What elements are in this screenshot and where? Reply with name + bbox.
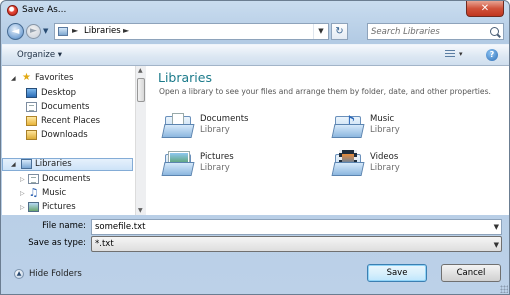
navigation-scrollbar[interactable]: ▲ ▼ [135,66,146,215]
star-icon: ★ [22,72,31,83]
documents-library-icon [161,112,195,140]
library-tile-music[interactable]: ♪ Music Library [331,112,493,144]
libraries-icon [21,159,32,169]
sidebar-item-label: Downloads [41,130,88,140]
sidebar-item-desktop[interactable]: Desktop [2,87,133,100]
save-as-type-label: Save as type: [28,238,86,248]
music-library-icon: ♪ [331,112,365,140]
resize-grip[interactable] [500,285,508,293]
library-type: Library [370,125,400,135]
sidebar-item-lib-pictures[interactable]: ▷ Pictures [2,201,133,214]
library-tile-pictures[interactable]: Pictures Library [161,150,323,182]
documents-icon [26,102,37,112]
sidebar-item-lib-music[interactable]: ▷ ♫ Music [2,187,133,200]
sidebar-item-label: Documents [42,174,91,184]
sidebar-item-libraries[interactable]: ◢ Libraries [2,158,133,171]
file-name-label: File name: [42,221,86,231]
address-dropdown[interactable]: ▼ [313,24,328,39]
sidebar-item-label: Pictures [42,202,76,212]
pictures-icon [28,202,39,212]
command-toolbar: Organize ▾ ▾ ? [2,44,509,66]
close-button[interactable]: ✕ [466,1,504,17]
file-name-input[interactable] [95,221,475,233]
library-type: Library [370,163,400,173]
file-name-combobox[interactable]: ▼ [91,219,502,235]
library-type: Library [200,163,230,173]
help-button[interactable]: ? [486,49,498,61]
sidebar-item-downloads[interactable]: Downloads [2,129,133,142]
sidebar-item-lib-documents[interactable]: ▷ Documents [2,173,133,186]
search-icon[interactable] [490,27,499,36]
libraries-view: Libraries Open a library to see your fil… [146,66,509,215]
app-icon [7,5,18,16]
scroll-up-arrow[interactable]: ▲ [138,67,143,74]
sidebar-item-label: Recent Places [41,116,101,126]
library-name: Pictures [200,152,234,162]
collapse-icon[interactable]: ◢ [11,161,16,168]
sidebar-item-favorites[interactable]: ◢ ★ Favorites [2,72,133,85]
sidebar-item-recent-places[interactable]: Recent Places [2,115,133,128]
save-as-type-dropdown-arrow[interactable]: ▼ [494,241,499,249]
documents-icon [28,174,39,184]
sidebar-item-label: Music [42,188,67,198]
save-as-type-value: *.txt [95,239,114,249]
music-icon: ♫ [28,186,39,199]
view-icon [445,50,455,59]
downloads-icon [26,130,37,140]
breadcrumb-separator[interactable]: ► [123,26,129,35]
view-dropdown-arrow[interactable]: ▾ [459,50,463,58]
pictures-library-icon [161,150,195,178]
back-button[interactable]: ◄ [7,23,24,40]
refresh-button[interactable]: ↻ [331,23,348,40]
organize-button[interactable]: Organize ▾ [17,50,62,60]
sidebar-item-label: Libraries [35,159,72,169]
hide-folders-label: Hide Folders [29,269,82,279]
cancel-button[interactable]: Cancel [441,264,501,282]
desktop-icon [26,88,37,98]
recent-places-icon [26,116,37,126]
expand-icon[interactable]: ▷ [20,204,25,211]
sidebar-item-label: Favorites [35,73,74,83]
save-form: File name: ▼ Save as type: *.txt ▼ ▲ Hid… [2,215,509,294]
sidebar-item-documents[interactable]: Documents [2,101,133,114]
library-name: Documents [200,114,249,124]
library-name: Videos [370,152,399,162]
recent-pages-dropdown[interactable]: ▼ [43,27,48,35]
title-bar: Save As... ✕ [1,1,509,21]
expand-icon[interactable]: ▷ [20,176,25,183]
save-button[interactable]: Save [367,264,427,282]
expand-icon[interactable]: ▷ [20,190,25,197]
change-view-button[interactable]: ▾ [445,49,469,61]
search-input[interactable] [371,25,483,38]
chevron-up-icon: ▲ [14,269,24,279]
library-name: Music [370,114,395,124]
library-tile-videos[interactable]: Videos Library [331,150,493,182]
window-title: Save As... [22,5,67,15]
save-as-dialog: Save As... ✕ ◄ ► ▼ ► Libraries ► ▼ ↻ Org… [0,0,510,295]
libraries-icon [58,27,68,36]
address-bar[interactable]: ► Libraries ► ▼ [54,23,329,40]
breadcrumb-libraries[interactable]: Libraries [84,26,121,36]
page-description: Open a library to see your files and arr… [159,87,491,96]
search-box[interactable] [367,23,504,40]
save-as-type-select[interactable]: *.txt ▼ [91,236,502,252]
videos-library-icon [331,150,365,178]
forward-button[interactable]: ► [26,24,41,39]
collapse-icon[interactable]: ◢ [11,75,16,82]
scroll-down-arrow[interactable]: ▼ [138,207,143,214]
sidebar-item-label: Desktop [41,88,77,98]
library-tile-documents[interactable]: Documents Library [161,112,323,144]
sidebar-item-label: Documents [41,102,90,112]
address-row: ◄ ► ▼ ► Libraries ► ▼ ↻ [1,22,509,42]
page-title: Libraries [158,70,212,85]
file-name-dropdown-arrow[interactable]: ▼ [494,223,499,231]
scroll-thumb[interactable] [137,78,145,102]
library-type: Library [200,125,230,135]
breadcrumb-separator[interactable]: ► [72,26,78,35]
navigation-pane: ◢ ★ Favorites Desktop Documents Recent P… [2,66,135,215]
